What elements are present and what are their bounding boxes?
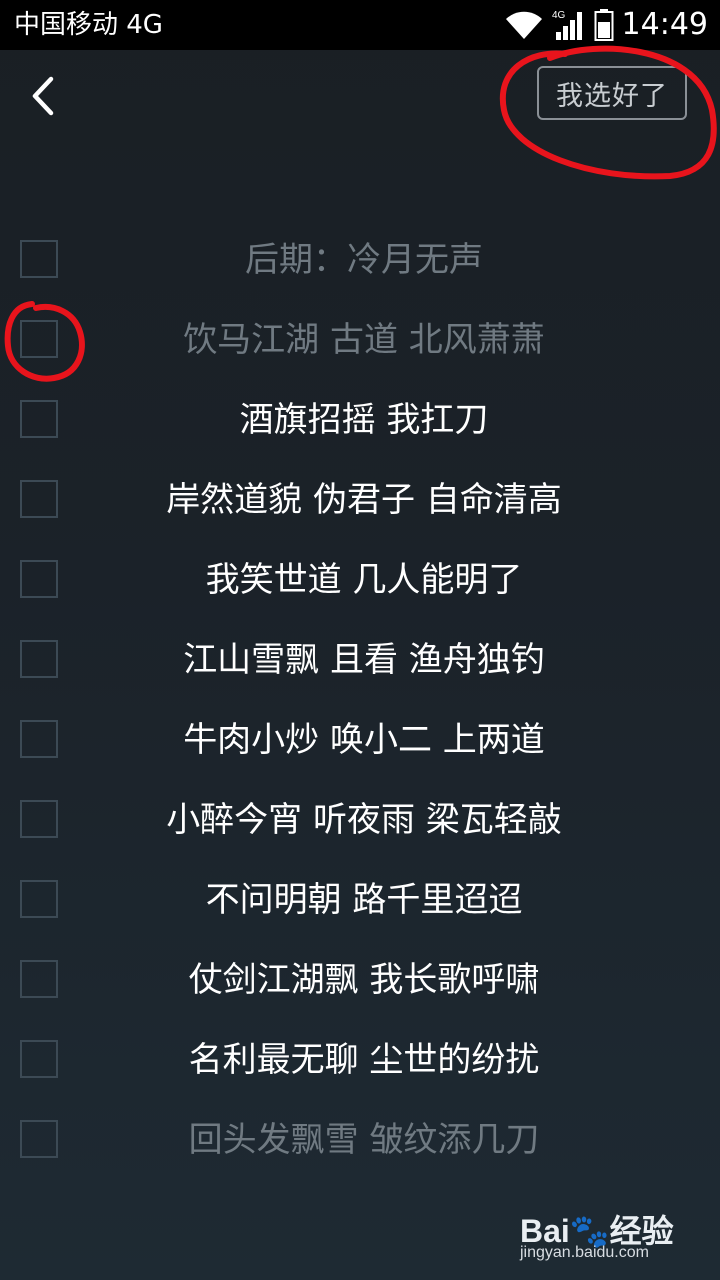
lyric-text: 酒旗招摇 我扛刀 bbox=[239, 400, 489, 440]
status-bar: 中国移动 4G 4G 14:49 bbox=[0, 0, 720, 50]
lyric-row[interactable]: 小醉今宵 听夜雨 梁瓦轻敲 bbox=[0, 780, 720, 860]
watermark: Bai🐾经验 jingyan.baidu.com bbox=[520, 1206, 680, 1266]
lyric-row[interactable]: 岸然道貌 伪君子 自命清高 bbox=[0, 460, 720, 540]
lyric-row[interactable]: 后期：冷月无声 bbox=[0, 220, 720, 300]
back-button[interactable] bbox=[18, 72, 66, 120]
lyric-row[interactable]: 牛肉小炒 唤小二 上两道 bbox=[0, 700, 720, 780]
lyric-text: 江山雪飘 且看 渔舟独钓 bbox=[183, 640, 545, 680]
lyric-row[interactable]: 酒旗招摇 我扛刀 bbox=[0, 380, 720, 460]
watermark-url: jingyan.baidu.com bbox=[520, 1244, 649, 1261]
lyric-text: 后期：冷月无声 bbox=[245, 240, 483, 280]
lyric-text: 牛肉小炒 唤小二 上两道 bbox=[183, 720, 545, 760]
lyric-row[interactable]: 饮马江湖 古道 北风萧萧 bbox=[0, 300, 720, 380]
lyric-text: 仗剑江湖飘 我长歌呼啸 bbox=[188, 960, 540, 1000]
clock: 14:49 bbox=[621, 7, 708, 42]
lyric-text: 饮马江湖 古道 北风萧萧 bbox=[183, 320, 545, 360]
status-icons: 4G 14:49 bbox=[504, 6, 708, 44]
svg-text:4G: 4G bbox=[552, 10, 566, 21]
lyric-text: 名利最无聊 尘世的纷扰 bbox=[188, 1040, 540, 1080]
lyric-row[interactable]: 回头发飘雪 皱纹添几刀 bbox=[0, 1100, 720, 1180]
lyric-text: 岸然道貌 伪君子 自命清高 bbox=[166, 480, 562, 520]
lyric-text: 不问明朝 路千里迢迢 bbox=[205, 880, 523, 920]
battery-icon bbox=[594, 9, 614, 41]
lyric-row[interactable]: 我笑世道 几人能明了 bbox=[0, 540, 720, 620]
lyric-text: 回头发飘雪 皱纹添几刀 bbox=[188, 1120, 540, 1160]
wifi-icon bbox=[505, 11, 542, 39]
lyric-row[interactable]: 不问明朝 路千里迢迢 bbox=[0, 860, 720, 940]
lyric-row[interactable]: 名利最无聊 尘世的纷扰 bbox=[0, 1020, 720, 1100]
lyric-text: 小醉今宵 听夜雨 梁瓦轻敲 bbox=[166, 800, 562, 840]
carrier-label: 中国移动 4G bbox=[14, 10, 163, 40]
lyric-row[interactable]: 江山雪飘 且看 渔舟独钓 bbox=[0, 620, 720, 700]
confirm-selection-button[interactable]: 我选好了 bbox=[537, 66, 687, 120]
chevron-left-icon bbox=[32, 76, 54, 116]
lyric-text: 我笑世道 几人能明了 bbox=[205, 560, 523, 600]
lyric-row[interactable]: 仗剑江湖飘 我长歌呼啸 bbox=[0, 940, 720, 1020]
signal-icon: 4G bbox=[552, 10, 582, 40]
